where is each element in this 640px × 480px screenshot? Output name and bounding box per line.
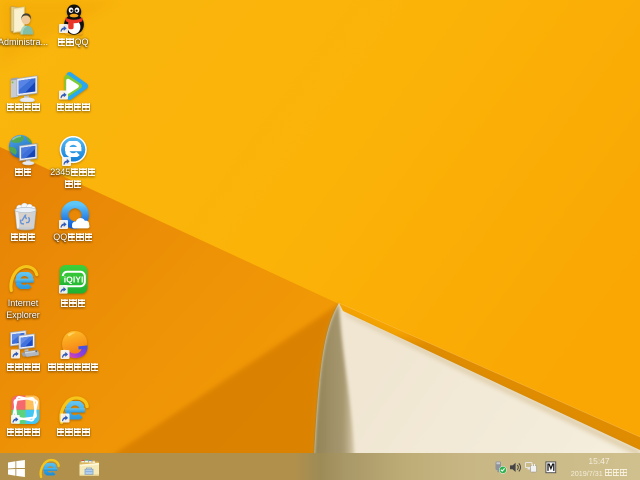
- svg-text:iQIYI: iQIYI: [64, 275, 84, 285]
